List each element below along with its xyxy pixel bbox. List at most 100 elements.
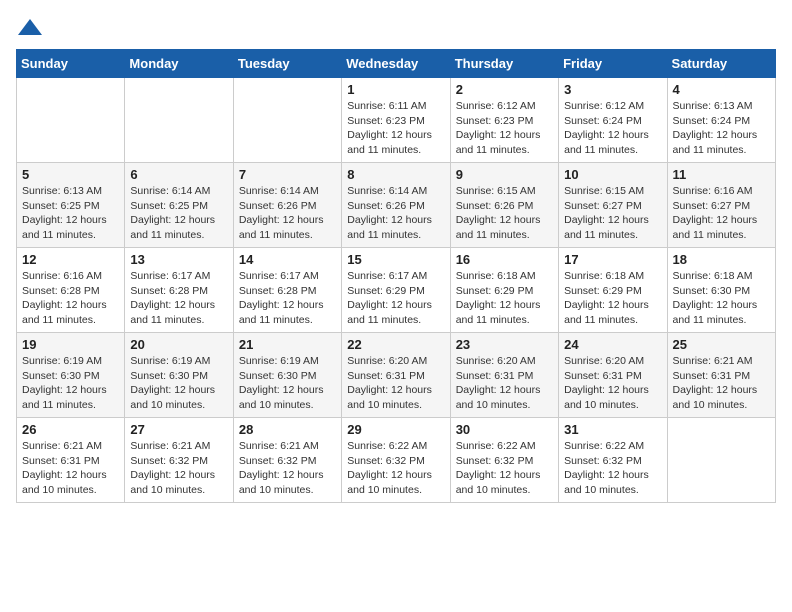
calendar-day-cell	[233, 78, 341, 163]
calendar-day-cell: 6 Sunrise: 6:14 AM Sunset: 6:25 PM Daylig…	[125, 163, 233, 248]
day-info: Sunrise: 6:15 AM Sunset: 6:26 PM Dayligh…	[456, 184, 553, 243]
calendar-day-cell: 23 Sunrise: 6:20 AM Sunset: 6:31 PM Dayli…	[450, 333, 558, 418]
calendar-header-row: SundayMondayTuesdayWednesdayThursdayFrid…	[17, 50, 776, 78]
calendar-day-cell	[17, 78, 125, 163]
calendar-day-cell: 15 Sunrise: 6:17 AM Sunset: 6:29 PM Dayli…	[342, 248, 450, 333]
day-info: Sunrise: 6:20 AM Sunset: 6:31 PM Dayligh…	[564, 354, 661, 413]
day-number: 4	[673, 82, 770, 97]
calendar-day-cell: 19 Sunrise: 6:19 AM Sunset: 6:30 PM Dayli…	[17, 333, 125, 418]
calendar-day-cell: 4 Sunrise: 6:13 AM Sunset: 6:24 PM Daylig…	[667, 78, 775, 163]
day-info: Sunrise: 6:14 AM Sunset: 6:26 PM Dayligh…	[239, 184, 336, 243]
day-number: 31	[564, 422, 661, 437]
day-info: Sunrise: 6:15 AM Sunset: 6:27 PM Dayligh…	[564, 184, 661, 243]
day-number: 2	[456, 82, 553, 97]
day-number: 13	[130, 252, 227, 267]
day-info: Sunrise: 6:21 AM Sunset: 6:32 PM Dayligh…	[239, 439, 336, 498]
day-number: 16	[456, 252, 553, 267]
calendar-day-cell: 16 Sunrise: 6:18 AM Sunset: 6:29 PM Dayli…	[450, 248, 558, 333]
day-number: 28	[239, 422, 336, 437]
day-number: 25	[673, 337, 770, 352]
day-info: Sunrise: 6:21 AM Sunset: 6:31 PM Dayligh…	[673, 354, 770, 413]
day-number: 9	[456, 167, 553, 182]
calendar-day-cell: 20Sunrise: 6:19 AM Sunset: 6:30 PM Dayli…	[125, 333, 233, 418]
weekday-header: Monday	[125, 50, 233, 78]
day-number: 23	[456, 337, 553, 352]
calendar-day-cell: 7 Sunrise: 6:14 AM Sunset: 6:26 PM Daylig…	[233, 163, 341, 248]
day-info: Sunrise: 6:17 AM Sunset: 6:29 PM Dayligh…	[347, 269, 444, 328]
day-number: 11	[673, 167, 770, 182]
calendar-week-row: 26 Sunrise: 6:21 AM Sunset: 6:31 PM Dayli…	[17, 418, 776, 503]
day-number: 20	[130, 337, 227, 352]
calendar-table: SundayMondayTuesdayWednesdayThursdayFrid…	[16, 49, 776, 503]
day-number: 17	[564, 252, 661, 267]
weekday-header: Sunday	[17, 50, 125, 78]
day-info: Sunrise: 6:19 AM Sunset: 6:30 PM Dayligh…	[22, 354, 119, 413]
day-number: 26	[22, 422, 119, 437]
day-info: Sunrise: 6:22 AM Sunset: 6:32 PM Dayligh…	[456, 439, 553, 498]
day-info: Sunrise: 6:20 AM Sunset: 6:31 PM Dayligh…	[347, 354, 444, 413]
weekday-header: Thursday	[450, 50, 558, 78]
day-number: 14	[239, 252, 336, 267]
day-info: Sunrise: 6:19 AM Sunset: 6:30 PM Dayligh…	[239, 354, 336, 413]
day-info: Sunrise: 6:17 AM Sunset: 6:28 PM Dayligh…	[239, 269, 336, 328]
day-info: Sunrise: 6:18 AM Sunset: 6:29 PM Dayligh…	[564, 269, 661, 328]
calendar-day-cell: 9 Sunrise: 6:15 AM Sunset: 6:26 PM Daylig…	[450, 163, 558, 248]
day-number: 7	[239, 167, 336, 182]
calendar-day-cell: 17 Sunrise: 6:18 AM Sunset: 6:29 PM Dayli…	[559, 248, 667, 333]
day-info: Sunrise: 6:12 AM Sunset: 6:24 PM Dayligh…	[564, 99, 661, 158]
weekday-header: Wednesday	[342, 50, 450, 78]
day-number: 27	[130, 422, 227, 437]
day-info: Sunrise: 6:11 AM Sunset: 6:23 PM Dayligh…	[347, 99, 444, 158]
day-info: Sunrise: 6:13 AM Sunset: 6:24 PM Dayligh…	[673, 99, 770, 158]
weekday-header: Tuesday	[233, 50, 341, 78]
calendar-day-cell: 24 Sunrise: 6:20 AM Sunset: 6:31 PM Dayli…	[559, 333, 667, 418]
calendar-day-cell: 5Sunrise: 6:13 AM Sunset: 6:25 PM Daylig…	[17, 163, 125, 248]
day-info: Sunrise: 6:20 AM Sunset: 6:31 PM Dayligh…	[456, 354, 553, 413]
day-number: 8	[347, 167, 444, 182]
day-number: 24	[564, 337, 661, 352]
day-info: Sunrise: 6:16 AM Sunset: 6:27 PM Dayligh…	[673, 184, 770, 243]
calendar-day-cell: 14 Sunrise: 6:17 AM Sunset: 6:28 PM Dayli…	[233, 248, 341, 333]
day-info: Sunrise: 6:14 AM Sunset: 6:25 PM Dayligh…	[130, 184, 227, 243]
day-info: Sunrise: 6:18 AM Sunset: 6:30 PM Dayligh…	[673, 269, 770, 328]
calendar-week-row: 19 Sunrise: 6:19 AM Sunset: 6:30 PM Dayli…	[17, 333, 776, 418]
day-number: 3	[564, 82, 661, 97]
calendar-day-cell: 27Sunrise: 6:21 AM Sunset: 6:32 PM Dayli…	[125, 418, 233, 503]
calendar-day-cell: 30 Sunrise: 6:22 AM Sunset: 6:32 PM Dayli…	[450, 418, 558, 503]
day-number: 18	[673, 252, 770, 267]
calendar-week-row: 12 Sunrise: 6:16 AM Sunset: 6:28 PM Dayli…	[17, 248, 776, 333]
day-number: 22	[347, 337, 444, 352]
day-number: 10	[564, 167, 661, 182]
day-info: Sunrise: 6:17 AM Sunset: 6:28 PM Dayligh…	[130, 269, 227, 328]
day-info: Sunrise: 6:16 AM Sunset: 6:28 PM Dayligh…	[22, 269, 119, 328]
day-number: 19	[22, 337, 119, 352]
calendar-day-cell: 29 Sunrise: 6:22 AM Sunset: 6:32 PM Dayli…	[342, 418, 450, 503]
day-info: Sunrise: 6:14 AM Sunset: 6:26 PM Dayligh…	[347, 184, 444, 243]
calendar-day-cell: 28 Sunrise: 6:21 AM Sunset: 6:32 PM Dayli…	[233, 418, 341, 503]
calendar-day-cell: 21 Sunrise: 6:19 AM Sunset: 6:30 PM Dayli…	[233, 333, 341, 418]
day-info: Sunrise: 6:13 AM Sunset: 6:25 PM Dayligh…	[22, 184, 119, 243]
calendar-day-cell: 3 Sunrise: 6:12 AM Sunset: 6:24 PM Daylig…	[559, 78, 667, 163]
calendar-day-cell	[667, 418, 775, 503]
calendar-day-cell: 18 Sunrise: 6:18 AM Sunset: 6:30 PM Dayli…	[667, 248, 775, 333]
calendar-day-cell: 10 Sunrise: 6:15 AM Sunset: 6:27 PM Dayli…	[559, 163, 667, 248]
day-number: 15	[347, 252, 444, 267]
day-number: 21	[239, 337, 336, 352]
logo-icon	[16, 17, 44, 37]
calendar-day-cell: 12 Sunrise: 6:16 AM Sunset: 6:28 PM Dayli…	[17, 248, 125, 333]
day-info: Sunrise: 6:18 AM Sunset: 6:29 PM Dayligh…	[456, 269, 553, 328]
day-number: 29	[347, 422, 444, 437]
logo	[16, 16, 48, 37]
day-number: 30	[456, 422, 553, 437]
calendar-week-row: 1Sunrise: 6:11 AM Sunset: 6:23 PM Daylig…	[17, 78, 776, 163]
page-header	[16, 16, 776, 37]
day-number: 12	[22, 252, 119, 267]
day-number: 6	[130, 167, 227, 182]
calendar-day-cell: 13 Sunrise: 6:17 AM Sunset: 6:28 PM Dayli…	[125, 248, 233, 333]
day-info: Sunrise: 6:22 AM Sunset: 6:32 PM Dayligh…	[564, 439, 661, 498]
day-info: Sunrise: 6:21 AM Sunset: 6:31 PM Dayligh…	[22, 439, 119, 498]
day-info: Sunrise: 6:22 AM Sunset: 6:32 PM Dayligh…	[347, 439, 444, 498]
calendar-day-cell: 22 Sunrise: 6:20 AM Sunset: 6:31 PM Dayli…	[342, 333, 450, 418]
calendar-day-cell: 11 Sunrise: 6:16 AM Sunset: 6:27 PM Dayli…	[667, 163, 775, 248]
calendar-day-cell: 26 Sunrise: 6:21 AM Sunset: 6:31 PM Dayli…	[17, 418, 125, 503]
